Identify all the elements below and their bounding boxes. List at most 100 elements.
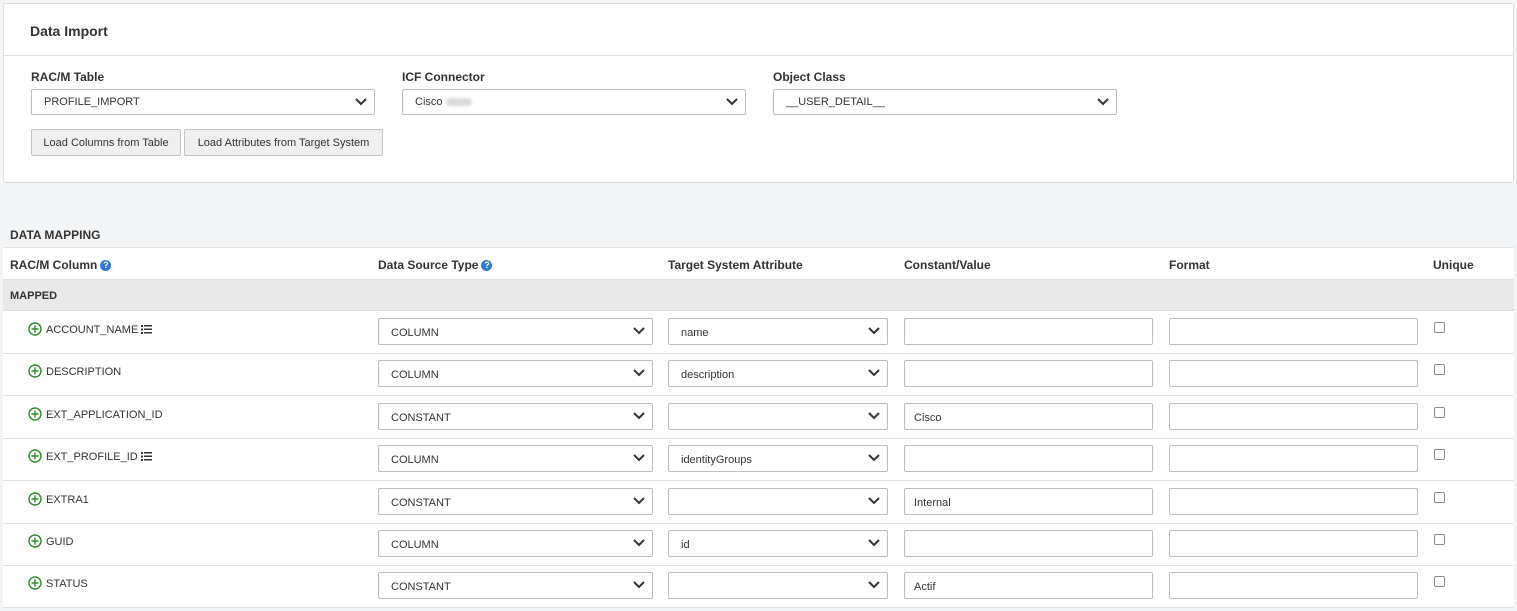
data-source-type-select[interactable]: CONSTANT: [378, 402, 653, 430]
constant-value-input[interactable]: Cisco: [904, 402, 1153, 430]
racm-column-name: EXTRA1: [46, 494, 89, 506]
table-row: EXTRA1 CONSTANT Internal: [3, 481, 1514, 524]
constant-value-input[interactable]: [904, 318, 1153, 345]
header-unique: Unique: [1433, 258, 1474, 272]
add-circle-icon[interactable]: [28, 491, 42, 506]
constant-value-text: Internal: [914, 496, 951, 509]
list-icon[interactable]: [140, 452, 152, 464]
add-circle-icon[interactable]: [28, 407, 42, 421]
racm-table-label: RAC/M Table: [31, 70, 105, 84]
data-source-type-select[interactable]: CONSTANT: [378, 487, 653, 515]
format-input[interactable]: [1169, 402, 1418, 430]
racm-table-select[interactable]: PROFILE_IMPORT: [31, 89, 375, 115]
data-source-type-value: COLUMN: [391, 369, 439, 382]
target-attribute-select[interactable]: [668, 487, 888, 515]
chevron-down-icon: [633, 496, 645, 506]
racm-column-name: STATUS: [46, 578, 88, 590]
target-attribute-select[interactable]: name: [668, 318, 888, 345]
object-class-select[interactable]: __USER_DETAIL__: [773, 89, 1117, 115]
table-row: EXT_PROFILE_ID COLUMN identityGroups: [3, 438, 1514, 482]
racm-column-text: ACCOUNT_NAME: [46, 324, 139, 336]
add-circle-icon[interactable]: [28, 449, 42, 463]
data-source-type-select[interactable]: COLUMN: [378, 530, 653, 557]
table-row: GUID COLUMN id: [3, 523, 1514, 566]
chevron-down-icon: [633, 368, 645, 378]
format-input[interactable]: [1169, 572, 1418, 600]
load-columns-button[interactable]: Load Columns from Table: [31, 129, 181, 156]
racm-column-name: EXT_PROFILE_ID: [46, 451, 152, 464]
unique-checkbox[interactable]: [1434, 364, 1445, 376]
racm-column-name: ACCOUNT_NAME: [46, 324, 153, 337]
chevron-down-icon: [868, 326, 880, 336]
format-input[interactable]: [1169, 530, 1418, 557]
table-row: STATUS CONSTANT Actif: [3, 565, 1514, 609]
data-source-type-value: CONSTANT: [391, 581, 451, 594]
unique-checkbox[interactable]: [1434, 449, 1445, 461]
constant-value-input[interactable]: [904, 530, 1153, 557]
unique-checkbox[interactable]: [1434, 322, 1445, 333]
constant-value-input[interactable]: [904, 360, 1153, 388]
data-source-type-value: COLUMN: [391, 327, 439, 339]
format-input[interactable]: [1169, 318, 1418, 345]
list-icon[interactable]: [141, 325, 153, 337]
group-label: MAPPED: [10, 290, 58, 302]
data-source-type-select[interactable]: COLUMN: [378, 318, 653, 345]
table-row: ACCOUNT_NAME COLUMN name: [3, 311, 1514, 354]
data-mapping-title: DATA MAPPING: [10, 228, 101, 242]
object-class-value: __USER_DETAIL__: [786, 96, 885, 108]
header-constant-value: Constant/Value: [904, 258, 991, 272]
data-source-type-select[interactable]: COLUMN: [378, 360, 653, 388]
target-attribute-select[interactable]: [668, 572, 888, 600]
constant-value-input[interactable]: Actif: [904, 572, 1153, 600]
panel-title: Data Import: [4, 4, 1513, 56]
format-input[interactable]: [1169, 445, 1418, 473]
unique-checkbox[interactable]: [1434, 534, 1445, 545]
constant-value-input[interactable]: Internal: [904, 487, 1153, 515]
add-circle-icon[interactable]: [28, 322, 42, 336]
unique-checkbox[interactable]: [1434, 406, 1445, 418]
chevron-down-icon: [726, 97, 738, 107]
chevron-down-icon: [633, 326, 645, 336]
racm-table-value: PROFILE_IMPORT: [44, 96, 140, 108]
constant-value-text: Cisco: [914, 411, 942, 424]
target-attribute-select[interactable]: id: [668, 530, 888, 557]
header-target-attribute: Target System Attribute: [668, 258, 803, 272]
add-circle-icon[interactable]: [28, 364, 42, 379]
add-circle-icon[interactable]: [28, 576, 42, 591]
redacted-text: [445, 98, 472, 107]
constant-value-input[interactable]: [904, 445, 1153, 473]
data-source-type-select[interactable]: COLUMN: [378, 445, 653, 473]
target-attribute-value: name: [681, 327, 709, 339]
help-icon[interactable]: ?: [100, 260, 112, 271]
target-attribute-select[interactable]: identityGroups: [668, 445, 888, 473]
target-attribute-value: id: [681, 539, 690, 551]
header-data-source-type-label: Data Source Type: [378, 258, 479, 272]
target-attribute-select[interactable]: description: [668, 360, 888, 388]
target-attribute-value: description: [681, 369, 735, 382]
unique-checkbox[interactable]: [1434, 491, 1445, 503]
chevron-down-icon: [868, 538, 880, 548]
racm-column-text: DESCRIPTION: [46, 366, 122, 379]
icf-connector-select[interactable]: Cisco: [402, 89, 746, 115]
load-attributes-button[interactable]: Load Attributes from Target System: [184, 129, 383, 156]
target-attribute-select[interactable]: [668, 402, 888, 430]
chevron-down-icon: [633, 411, 645, 421]
constant-value-text: Actif: [914, 581, 936, 594]
help-icon[interactable]: ?: [481, 260, 493, 271]
chevron-down-icon: [1097, 97, 1109, 107]
format-input[interactable]: [1169, 487, 1418, 515]
racm-column-text: EXTRA1: [46, 493, 89, 506]
format-input[interactable]: [1169, 360, 1418, 388]
table-row: DESCRIPTION COLUMN description: [3, 353, 1514, 397]
chevron-down-icon: [355, 97, 367, 107]
chevron-down-icon: [868, 411, 880, 421]
unique-checkbox[interactable]: [1434, 576, 1445, 588]
group-row-mapped: MAPPED: [3, 280, 1514, 311]
data-source-type-value: COLUMN: [391, 454, 439, 467]
data-source-type-value: COLUMN: [391, 539, 439, 551]
header-racm-column-label: RAC/M Column: [10, 258, 98, 272]
add-circle-icon[interactable]: [28, 534, 42, 548]
chevron-down-icon: [633, 580, 645, 590]
racm-column-text: STATUS: [46, 578, 88, 591]
data-source-type-select[interactable]: CONSTANT: [378, 572, 653, 600]
